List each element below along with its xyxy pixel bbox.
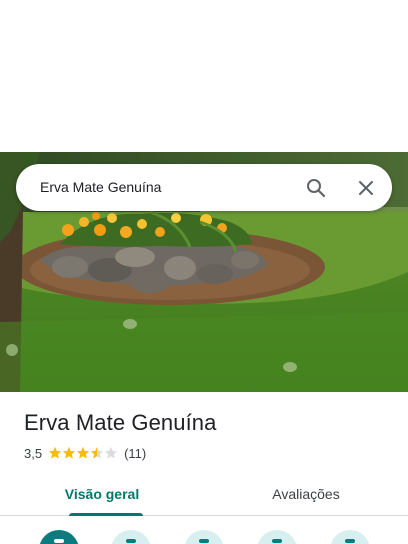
directions-icon: [54, 539, 64, 543]
save-icon: [126, 539, 136, 543]
star-icon: [77, 447, 90, 459]
map-area[interactable]: [0, 0, 408, 152]
search-query-text[interactable]: Erva Mate Genuína: [40, 179, 161, 195]
star-icon: [63, 447, 76, 459]
rating-stars: [48, 446, 118, 460]
star-icon: [91, 447, 104, 459]
tab-overview[interactable]: Visão geral: [0, 472, 204, 516]
action-buttons-row: [0, 530, 408, 544]
rating-row[interactable]: 3,5 (11): [24, 445, 146, 461]
place-sheet: Erva Mate Genuína Erva Mate Genuína 3,5: [0, 0, 408, 544]
review-count[interactable]: (11): [124, 446, 146, 461]
nearby-button[interactable]: [184, 530, 224, 544]
star-icon: [49, 447, 62, 459]
save-button[interactable]: [111, 530, 151, 544]
send-to-phone-icon: [272, 539, 282, 543]
tab-overview-label: Visão geral: [64, 486, 140, 502]
directions-button[interactable]: [39, 530, 79, 544]
nearby-icon: [199, 539, 209, 543]
send-to-phone-button[interactable]: [257, 530, 297, 544]
place-tabs: Visão geral Avaliações: [0, 472, 408, 516]
active-tab-indicator: [69, 513, 143, 516]
close-icon[interactable]: [354, 176, 378, 200]
star-rating-icons: [49, 447, 118, 459]
rating-value: 3,5: [24, 445, 43, 461]
tab-reviews-label: Avaliações: [272, 486, 340, 502]
share-icon: [345, 539, 355, 543]
tab-reviews[interactable]: Avaliações: [204, 472, 408, 516]
share-button[interactable]: [330, 530, 370, 544]
search-icon[interactable]: [304, 176, 328, 200]
search-bar[interactable]: Erva Mate Genuína: [16, 164, 392, 211]
star-icon: [105, 447, 118, 459]
place-title: Erva Mate Genuína: [24, 410, 217, 435]
